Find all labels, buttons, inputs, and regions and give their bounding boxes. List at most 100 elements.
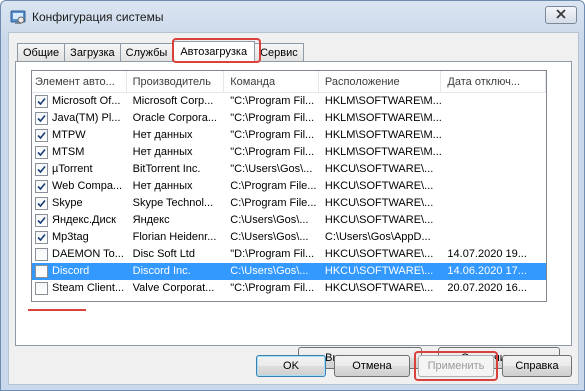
vendor-cell: Microsoft Corp...: [132, 95, 214, 107]
startup-panel: Элемент авто... Производитель Команда Ра…: [15, 61, 572, 369]
startup-item-checkbox[interactable]: [35, 95, 48, 108]
tab-general[interactable]: Общие: [17, 43, 66, 62]
vendor-cell: Нет данных: [132, 180, 193, 192]
startup-item-checkbox[interactable]: [35, 197, 48, 210]
startup-item-name: Skype: [52, 197, 83, 209]
location-cell: HKLM\SOFTWARE\M...: [324, 129, 442, 141]
startup-item-name: Яндекс.Диск: [52, 214, 116, 226]
ok-button[interactable]: OK: [256, 355, 326, 377]
startup-item-checkbox[interactable]: [35, 248, 48, 261]
column-header-date[interactable]: Дата отключ...: [441, 71, 546, 93]
startup-item-checkbox[interactable]: [35, 146, 48, 159]
tab-tools[interactable]: Сервис: [254, 43, 304, 62]
vendor-cell: BitTorrent Inc.: [132, 163, 201, 175]
startup-item-cell: Microsoft Of...: [32, 93, 127, 110]
startup-items-table: Элемент авто... Производитель Команда Ра…: [31, 70, 547, 302]
command-cell: C:\Users\Gos\...: [230, 231, 309, 243]
table-row[interactable]: Java(TM) Pl... Oracle Corpora... "C:\Progr…: [32, 110, 546, 127]
column-header-vendor[interactable]: Производитель: [127, 71, 225, 93]
startup-item-name: Java(TM) Pl...: [52, 112, 121, 124]
vendor-cell: Florian Heidenr...: [132, 231, 217, 243]
location-cell: HKCU\SOFTWARE\...: [324, 163, 434, 175]
location-cell: HKLM\SOFTWARE\M...: [324, 112, 442, 124]
column-header-command[interactable]: Команда: [224, 71, 319, 93]
tab-boot[interactable]: Загрузка: [64, 43, 121, 62]
location-cell: HKLM\SOFTWARE\M...: [324, 95, 442, 107]
startup-item-cell: Steam Client...: [32, 280, 127, 297]
table-row[interactable]: Mp3tag Florian Heidenr... C:\Users\Gos\...…: [32, 229, 546, 246]
location-cell: HKCU\SOFTWARE\...: [324, 282, 434, 294]
close-icon: [556, 8, 566, 22]
startup-item-checkbox[interactable]: [35, 265, 48, 278]
column-header-item[interactable]: Элемент авто...: [32, 71, 127, 93]
apply-button[interactable]: Применить: [418, 355, 494, 377]
close-button[interactable]: [545, 6, 577, 24]
startup-item-cell: µTorrent: [32, 161, 127, 178]
startup-item-name: DAEMON To...: [52, 248, 124, 260]
system-config-window: Конфигурация системы Общие Загрузка Служ…: [0, 0, 585, 391]
vendor-cell: Disc Soft Ltd: [132, 248, 195, 260]
table-row[interactable]: µTorrent BitTorrent Inc. "C:\Users\Gos\...…: [32, 161, 546, 178]
location-cell: C:\Users\Gos\AppD...: [324, 231, 431, 243]
table-row[interactable]: DAEMON To... Disc Soft Ltd "D:\Program Fil…: [32, 246, 546, 263]
help-button[interactable]: Справка: [502, 355, 572, 377]
vendor-cell: Valve Corporat...: [132, 282, 215, 294]
tab-startup[interactable]: Автозагрузка: [172, 41, 256, 62]
cancel-button[interactable]: Отмена: [334, 355, 410, 377]
vendor-cell: Нет данных: [132, 146, 193, 158]
vendor-cell: Нет данных: [132, 129, 193, 141]
startup-item-name: Discord: [52, 265, 90, 277]
table-row[interactable]: MTPW Нет данных "C:\Program Fil... HKLM\SOF…: [32, 127, 546, 144]
startup-item-cell: MTSM: [32, 144, 127, 161]
table-row[interactable]: Web Compa... Нет данных C:\Program File...…: [32, 178, 546, 195]
startup-item-name: µTorrent: [52, 163, 93, 175]
table-row[interactable]: Steam Client... Valve Corporat... "C:\Prog…: [32, 280, 546, 297]
disable-date-cell: [441, 161, 546, 178]
table-row[interactable]: MTSM Нет данных "C:\Program Fil... HKLM\SOF…: [32, 144, 546, 161]
command-cell: "C:\Program Fil...: [230, 129, 315, 141]
startup-item-checkbox[interactable]: [35, 129, 48, 142]
location-cell: HKCU\SOFTWARE\...: [324, 248, 434, 260]
disable-date-cell: [441, 195, 546, 212]
command-cell: "C:\Program Fil...: [230, 112, 315, 124]
command-cell: "D:\Program Fil...: [230, 248, 315, 260]
startup-item-cell: MTPW: [32, 127, 127, 144]
table-row[interactable]: Skype Skype Technol... C:\Program File... H…: [32, 195, 546, 212]
startup-item-cell: Mp3tag: [32, 229, 127, 246]
startup-item-name: MTPW: [52, 129, 86, 141]
disable-date-cell: [441, 127, 546, 144]
startup-item-checkbox[interactable]: [35, 163, 48, 176]
table-header: Элемент авто... Производитель Команда Ра…: [32, 71, 546, 93]
location-cell: HKCU\SOFTWARE\...: [324, 197, 434, 209]
startup-item-checkbox[interactable]: [35, 180, 48, 193]
startup-item-cell: Яндекс.Диск: [32, 212, 127, 229]
command-cell: "C:\Program Fil...: [230, 146, 315, 158]
startup-item-name: Web Compa...: [52, 180, 123, 192]
vendor-cell: Discord Inc.: [132, 265, 191, 277]
command-cell: C:\Users\Gos\...: [230, 265, 309, 277]
startup-item-cell: DAEMON To...: [32, 246, 127, 263]
table-row[interactable]: Discord Discord Inc. C:\Users\Gos\... HKCU\…: [32, 263, 546, 280]
startup-item-checkbox[interactable]: [35, 282, 48, 295]
startup-item-checkbox[interactable]: [35, 112, 48, 125]
location-cell: HKCU\SOFTWARE\...: [324, 265, 434, 277]
disable-date-cell: [441, 229, 546, 246]
table-row[interactable]: Microsoft Of... Microsoft Corp... "C:\Prog…: [32, 93, 546, 110]
tab-services[interactable]: Службы: [119, 43, 174, 62]
command-cell: C:\Users\Gos\...: [230, 214, 309, 226]
column-header-location[interactable]: Расположение: [319, 71, 442, 93]
command-cell: "C:\Users\Gos\...: [230, 163, 313, 175]
disable-date-cell: 14.07.2020 19...: [447, 248, 527, 260]
startup-item-cell: Java(TM) Pl...: [32, 110, 127, 127]
disable-date-cell: 20.07.2020 16...: [447, 282, 527, 294]
startup-item-checkbox[interactable]: [35, 214, 48, 227]
location-cell: HKCU\SOFTWARE\...: [324, 180, 434, 192]
table-row[interactable]: Яндекс.Диск Яндекс C:\Users\Gos\... HKCU\SO…: [32, 212, 546, 229]
vendor-cell: Oracle Corpora...: [132, 112, 217, 124]
startup-item-name: Steam Client...: [52, 282, 125, 294]
command-cell: C:\Program File...: [230, 197, 317, 209]
startup-item-cell: Discord: [32, 263, 127, 280]
discord-underline-mark: [28, 309, 86, 311]
startup-item-checkbox[interactable]: [35, 231, 48, 244]
title-bar[interactable]: Конфигурация системы: [1, 1, 584, 31]
